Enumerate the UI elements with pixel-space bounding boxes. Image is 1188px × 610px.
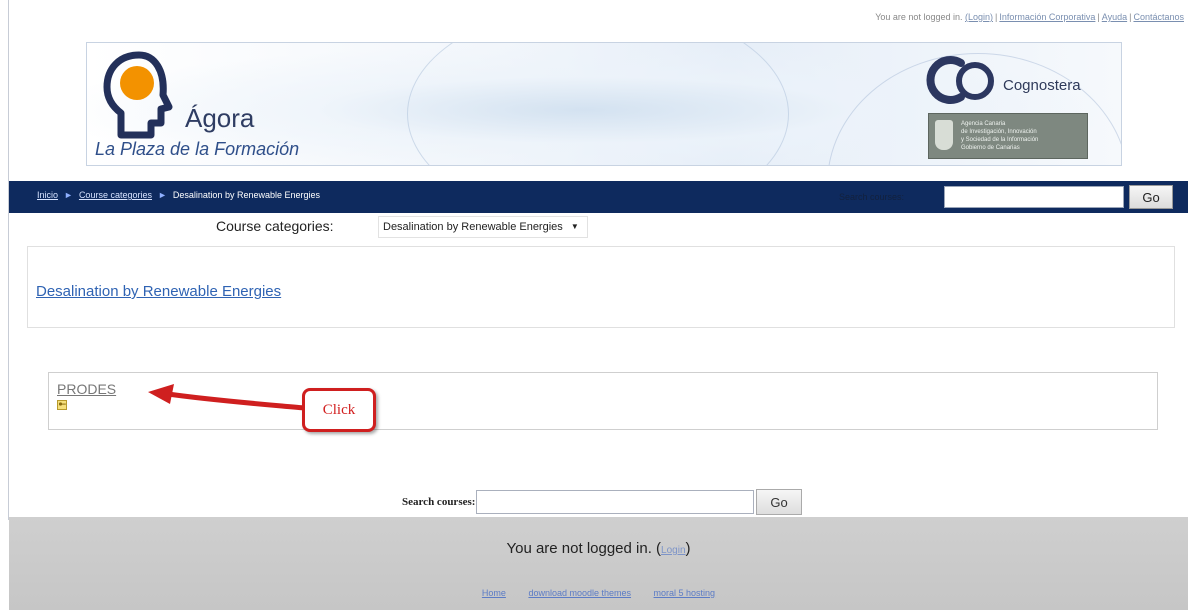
- footer-link-themes[interactable]: download moodle themes: [528, 588, 631, 598]
- partner-name: Cognostera: [1003, 77, 1081, 94]
- bottom-search-go-button[interactable]: Go: [756, 489, 802, 515]
- category-select[interactable]: Desalination by Renewable Energies ▼: [378, 216, 588, 238]
- category-select-value: Desalination by Renewable Energies: [383, 221, 563, 233]
- category-jump-label: Course categories:: [216, 218, 334, 234]
- footer-link-hosting[interactable]: moral 5 hosting: [654, 588, 716, 598]
- footer-login-link[interactable]: Login: [661, 545, 685, 556]
- nav-search-input[interactable]: [944, 186, 1124, 208]
- breadcrumb-current: Desalination by Renewable Energies: [172, 190, 320, 200]
- agency-text: Agencia Canaria de Investigación, Innova…: [961, 121, 1039, 151]
- breadcrumb-inicio[interactable]: Inicio: [37, 190, 58, 200]
- breadcrumb-course-categories[interactable]: Course categories: [79, 190, 152, 200]
- nav-bar: Inicio ► Course categories ► Desalination by…: [9, 181, 1188, 213]
- nav-search-label: Search courses:: [839, 192, 905, 202]
- top-link-informacion[interactable]: Información Corporativa: [999, 12, 1095, 22]
- top-link-ayuda[interactable]: Ayuda: [1102, 12, 1127, 22]
- site-banner: Ágora La Plaza de la Formación Cognoster…: [86, 42, 1122, 166]
- chevron-down-icon: ▼: [570, 222, 579, 231]
- crest-icon: [935, 120, 953, 150]
- top-link-contactanos[interactable]: Contáctanos: [1133, 12, 1184, 22]
- footer-login-info: You are not logged in. (Login): [506, 540, 691, 557]
- page-footer: You are not logged in. (Login) Home down…: [9, 517, 1188, 610]
- bottom-search-input[interactable]: [476, 490, 754, 514]
- page-left-border: [8, 0, 9, 520]
- category-box: Desalination by Renewable Energies: [27, 246, 1175, 328]
- footer-link-home[interactable]: Home: [482, 588, 506, 598]
- agency-logo: Agencia Canaria de Investigación, Innova…: [928, 113, 1088, 159]
- annotation-arrow-icon: [148, 384, 307, 411]
- top-login-bar: You are not logged in. (Login) | Informaci…: [875, 12, 1184, 22]
- guest-access-key-icon: [57, 400, 67, 410]
- login-status-text: You are not logged in.: [875, 12, 963, 22]
- breadcrumb-separator-icon: ►: [64, 190, 73, 200]
- footer-links: Home download moodle themes moral 5 host…: [9, 588, 1188, 598]
- cognostera-logo-icon: [926, 56, 994, 104]
- footer-login-status: You are not logged in.: [506, 540, 652, 557]
- category-link[interactable]: Desalination by Renewable Energies: [36, 283, 281, 300]
- course-link[interactable]: PRODES: [57, 381, 116, 397]
- banner-title: Ágora: [185, 103, 255, 133]
- nav-search-go-button[interactable]: Go: [1129, 185, 1173, 209]
- banner-subtitle: La Plaza de la Formación: [95, 139, 300, 159]
- bottom-search-label: Search courses:: [402, 496, 476, 508]
- login-link[interactable]: (Login): [965, 12, 993, 22]
- annotation-callout: Click: [302, 388, 376, 432]
- breadcrumb-separator-icon: ►: [157, 190, 167, 200]
- breadcrumb: Inicio ► Course categories ► Desalination by…: [37, 190, 320, 200]
- agora-head-logo-icon: [103, 51, 173, 139]
